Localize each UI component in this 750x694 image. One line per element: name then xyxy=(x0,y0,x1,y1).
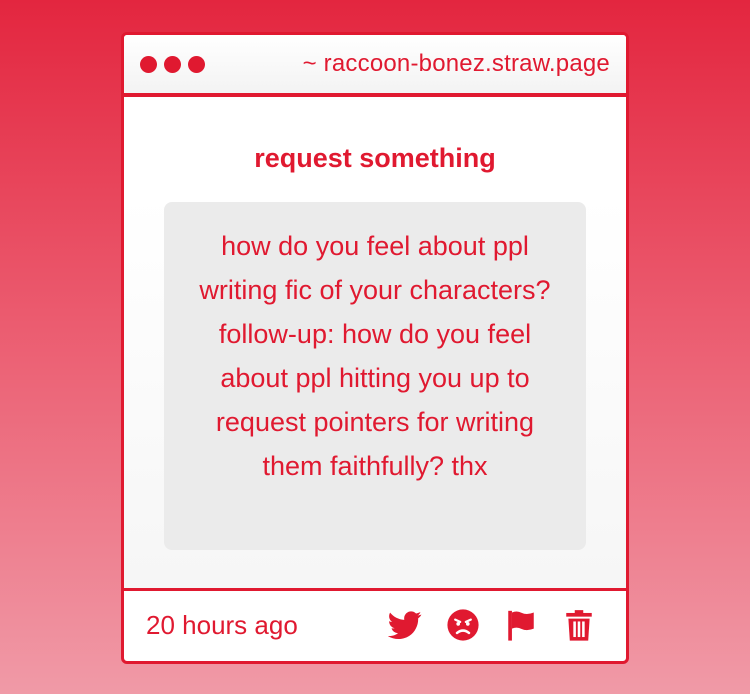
window-titlebar: ~ raccoon-bonez.straw.page xyxy=(124,35,626,97)
window-dot-3 xyxy=(188,55,205,73)
trash-icon xyxy=(566,610,592,641)
page-url[interactable]: ~ raccoon-bonez.straw.page xyxy=(303,50,610,78)
window-dot-2 xyxy=(164,55,181,73)
question-text: how do you feel about ppl writing fic of… xyxy=(164,202,586,550)
share-twitter-button[interactable] xyxy=(388,608,422,642)
card-footer: 20 hours ago xyxy=(124,591,626,659)
delete-button[interactable] xyxy=(562,608,596,642)
flag-icon xyxy=(508,610,534,641)
action-bar xyxy=(388,608,596,642)
angry-face-icon xyxy=(447,609,479,641)
window-controls xyxy=(140,55,205,73)
request-card: ~ raccoon-bonez.straw.page request somet… xyxy=(121,32,629,664)
react-button[interactable] xyxy=(446,608,480,642)
request-content: request something how do you feel about … xyxy=(124,97,626,591)
report-button[interactable] xyxy=(504,608,538,642)
page-title: request something xyxy=(254,143,496,173)
timestamp: 20 hours ago xyxy=(146,609,298,640)
twitter-icon xyxy=(388,611,422,640)
window-dot-1 xyxy=(140,55,157,73)
